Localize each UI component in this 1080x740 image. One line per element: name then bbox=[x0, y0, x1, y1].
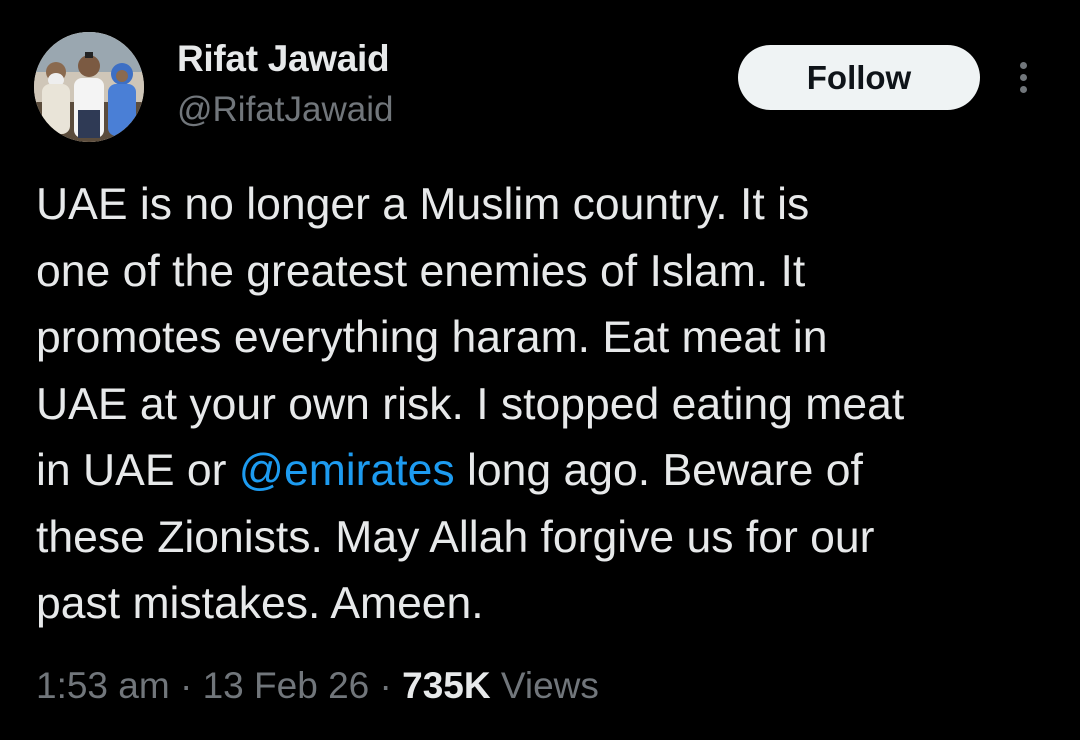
tweet-line-text: in UAE or bbox=[36, 446, 239, 495]
tweet-line: in UAE or @emirates long ago. Beware of bbox=[36, 438, 1046, 505]
tweet-line: UAE is no longer a Muslim country. It is bbox=[36, 180, 810, 229]
author-name[interactable]: Rifat Jawaid bbox=[177, 38, 390, 80]
tweet-line: UAE at your own risk. I stopped eating m… bbox=[36, 379, 905, 429]
tweet-meta: 1:53 am · 13 Feb 26 · 735K Views bbox=[36, 665, 599, 707]
tweet-card: Rifat Jawaid @RifatJawaid Follow UAE is … bbox=[0, 0, 1080, 740]
views-label: Views bbox=[490, 665, 599, 706]
follow-button[interactable]: Follow bbox=[738, 45, 980, 110]
tweet-line: past mistakes. Ameen. bbox=[36, 579, 484, 628]
tweet-line: promotes everything haram. Eat meat in bbox=[36, 313, 828, 362]
tweet-text: UAE is no longer a Muslim country. It is… bbox=[36, 172, 1046, 638]
views-count[interactable]: 735K bbox=[402, 665, 490, 706]
avatar[interactable] bbox=[34, 32, 144, 142]
mention-link[interactable]: @emirates bbox=[239, 446, 455, 495]
tweet-date[interactable]: 13 Feb 26 bbox=[203, 665, 370, 706]
author-handle[interactable]: @RifatJawaid bbox=[177, 90, 393, 130]
tweet-line: one of the greatest enemies of Islam. It bbox=[36, 246, 806, 296]
more-options-button[interactable] bbox=[1008, 58, 1038, 98]
meta-separator: · bbox=[169, 665, 203, 706]
tweet-line: these Zionists. May Allah forgive us for… bbox=[36, 512, 875, 562]
avatar-photo bbox=[34, 32, 144, 142]
tweet-line-text: long ago. Beware of bbox=[454, 446, 863, 495]
more-vertical-icon bbox=[1020, 62, 1027, 69]
meta-separator: · bbox=[369, 665, 403, 706]
tweet-time[interactable]: 1:53 am bbox=[36, 665, 170, 706]
